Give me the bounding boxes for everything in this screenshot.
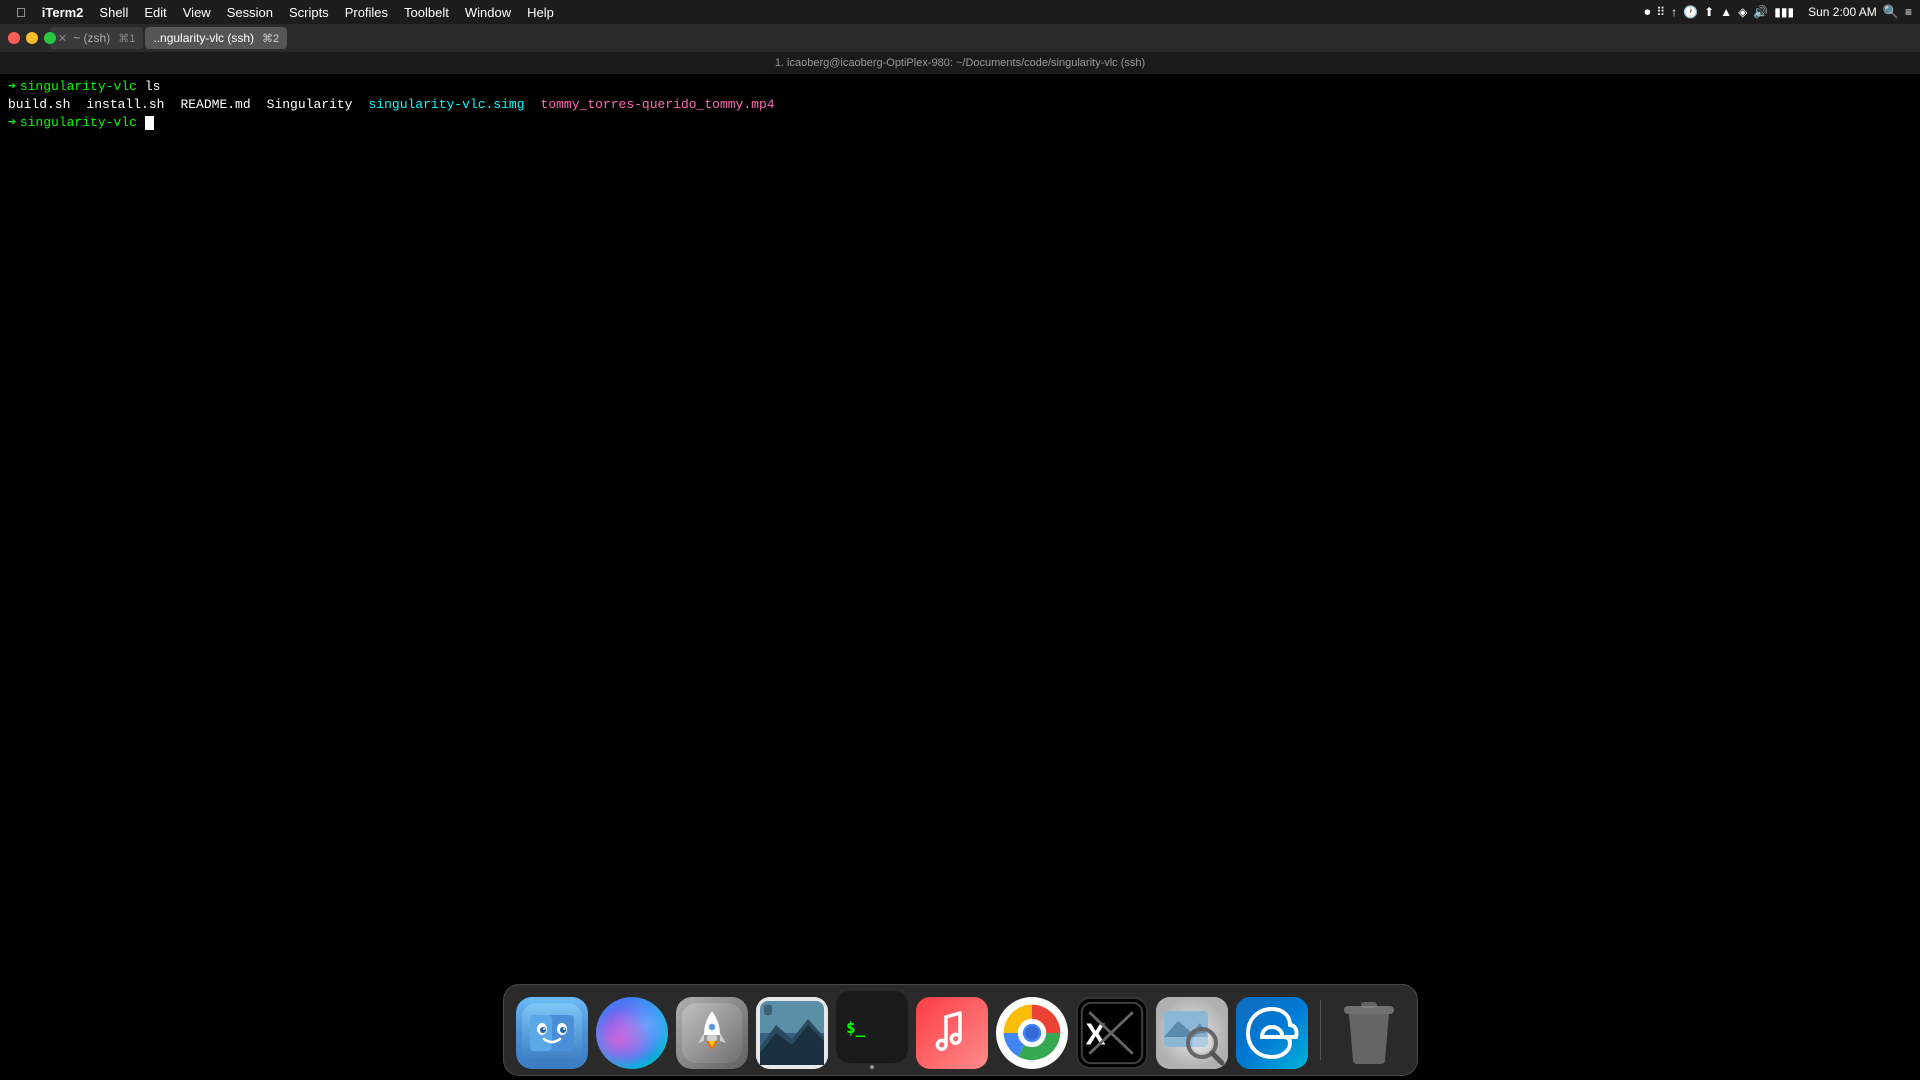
record-icon: ⏺: [1644, 5, 1650, 20]
menubar-left:  iTerm2 Shell Edit View Session Scripts…: [8, 0, 562, 24]
siri-icon: [596, 997, 668, 1069]
file-install-sh: install.sh: [86, 96, 164, 114]
tab-close-btn[interactable]: ✕: [58, 32, 67, 45]
dock-photos-browser[interactable]: [756, 997, 828, 1069]
dock-siri[interactable]: [596, 997, 668, 1069]
dock-launchpad[interactable]: [676, 997, 748, 1069]
terminal-content[interactable]: ➜ singularity-vlc ls build.sh install.sh…: [0, 74, 1920, 970]
clock: Sun 2:00 AM: [1808, 5, 1877, 19]
dock-music[interactable]: [916, 997, 988, 1069]
dock-trash[interactable]: [1333, 997, 1405, 1069]
apple-menu[interactable]: : [8, 0, 34, 24]
menu-window[interactable]: Window: [457, 0, 519, 24]
minimize-button[interactable]: [26, 32, 38, 44]
terminal-app-icon: $_: [836, 991, 908, 1063]
tab-2-label: ..ngularity-vlc (ssh): [153, 31, 254, 45]
notification-icon[interactable]: ≡: [1905, 5, 1912, 19]
terminal-line-1: ➜ singularity-vlc ls: [8, 78, 1912, 96]
trash-icon: [1333, 997, 1405, 1069]
tab-2-shortcut: ⌘2: [262, 32, 279, 45]
prompt-arrow-1: ➜: [8, 78, 16, 96]
tab-1-label: ~ (zsh): [73, 31, 110, 45]
file-readme-md: README.md: [180, 96, 250, 114]
close-button[interactable]: [8, 32, 20, 44]
dock-finder[interactable]: [516, 997, 588, 1069]
tab-1[interactable]: ✕ ~ (zsh) ⌘1: [50, 27, 143, 49]
window-title: 1. icaoberg@icaoberg-OptiPlex-980: ~/Doc…: [775, 57, 1145, 69]
terminal-line-3: ➜ singularity-vlc: [8, 114, 1912, 132]
grid-icon: ⠿: [1656, 5, 1665, 19]
network-icon: ⬆: [1704, 5, 1714, 19]
tabbar: ✕ ~ (zsh) ⌘1 ..ngularity-vlc (ssh) ⌘2: [0, 24, 1920, 52]
launchpad-icon: [676, 997, 748, 1069]
menu-profiles[interactable]: Profiles: [337, 0, 396, 24]
menu-scripts[interactable]: Scripts: [281, 0, 337, 24]
menu-session[interactable]: Session: [219, 0, 281, 24]
x11-icon: X: [1076, 997, 1148, 1069]
time-machine-icon: 🕐: [1683, 5, 1698, 19]
menu-help[interactable]: Help: [519, 0, 562, 24]
menubar:  iTerm2 Shell Edit View Session Scripts…: [0, 0, 1920, 24]
terminal-running-dot: [870, 1065, 874, 1069]
bluetooth-icon: ◈: [1738, 5, 1747, 19]
svg-text:$_: $_: [846, 1018, 866, 1037]
image-capture-icon: [1156, 997, 1228, 1069]
edge-icon: [1236, 997, 1308, 1069]
cloudup-icon: ↑: [1671, 5, 1677, 19]
prompt-dir-1: singularity-vlc: [20, 78, 137, 96]
dock-image-capture[interactable]: [1156, 997, 1228, 1069]
spotlight-icon[interactable]: 🔍: [1883, 4, 1899, 20]
dock-terminal-app[interactable]: $_: [836, 991, 908, 1069]
battery-icon: ▮▮▮: [1774, 5, 1794, 19]
dock-separator: [1320, 1000, 1321, 1060]
cursor: [145, 116, 154, 130]
maximize-button[interactable]: [44, 32, 56, 44]
tab-2[interactable]: ..ngularity-vlc (ssh) ⌘2: [145, 27, 287, 49]
chrome-icon: [996, 997, 1068, 1069]
window-chrome: ✕ ~ (zsh) ⌘1 ..ngularity-vlc (ssh) ⌘2 1.…: [0, 24, 1920, 74]
file-singularity: Singularity: [267, 96, 353, 114]
menu-edit[interactable]: Edit: [136, 0, 174, 24]
finder-icon: [516, 997, 588, 1069]
file-simg: singularity-vlc.simg: [368, 96, 524, 114]
menu-view[interactable]: View: [175, 0, 219, 24]
dock-background: $_: [503, 984, 1418, 1076]
menu-toolbelt[interactable]: Toolbelt: [396, 0, 457, 24]
traffic-lights: [8, 32, 56, 44]
menu-iterm2[interactable]: iTerm2: [34, 0, 92, 24]
tab-list: ✕ ~ (zsh) ⌘1 ..ngularity-vlc (ssh) ⌘2: [50, 27, 287, 49]
titlebar: 1. icaoberg@icaoberg-OptiPlex-980: ~/Doc…: [0, 52, 1920, 74]
dock: $_: [0, 970, 1920, 1080]
prompt-arrow-2: ➜: [8, 114, 16, 132]
dock-edge[interactable]: [1236, 997, 1308, 1069]
file-build-sh: build.sh: [8, 96, 70, 114]
file-mp4: tommy_torres-querido_tommy.mp4: [541, 96, 775, 114]
wifi-icon: ▲: [1720, 5, 1732, 19]
photos-browser-icon: [756, 997, 828, 1069]
dock-x11[interactable]: X: [1076, 997, 1148, 1069]
dock-chrome[interactable]: [996, 997, 1068, 1069]
command-1: ls: [145, 78, 161, 96]
menu-shell[interactable]: Shell: [91, 0, 136, 24]
prompt-dir-2: singularity-vlc: [20, 114, 137, 132]
music-icon: [916, 997, 988, 1069]
menubar-right: ⏺ ⠿ ↑ 🕐 ⬆ ▲ ◈ 🔊 ▮▮▮ Sun 2:00 AM 🔍 ≡: [1644, 4, 1912, 20]
tab-1-shortcut: ⌘1: [118, 32, 135, 45]
terminal-output-1: build.sh install.sh README.md Singularit…: [8, 96, 1912, 114]
volume-icon: 🔊: [1753, 5, 1768, 19]
